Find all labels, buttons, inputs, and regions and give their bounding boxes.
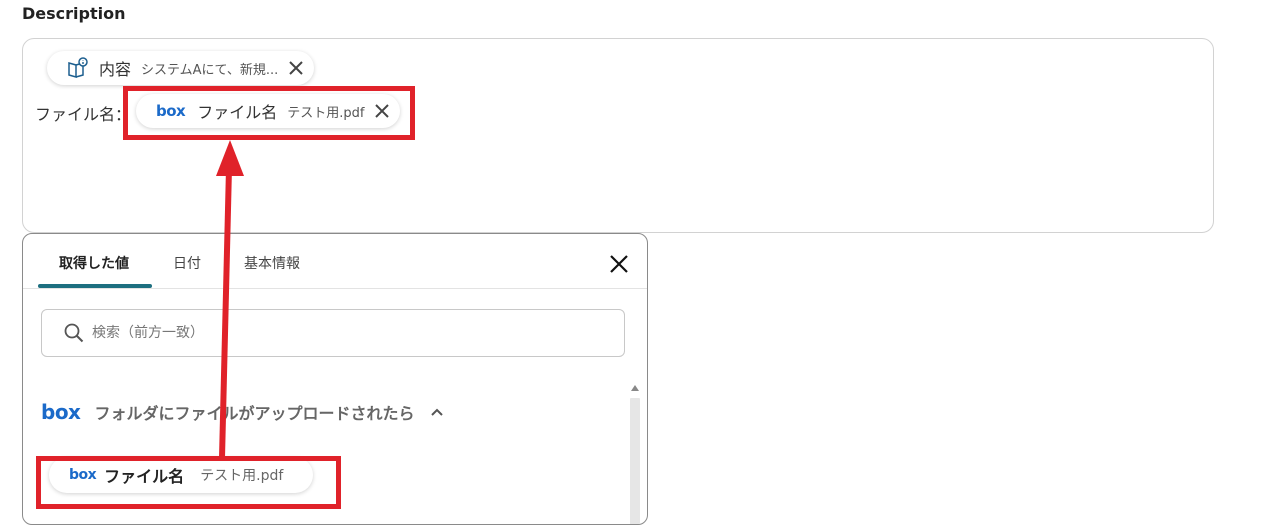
tab-date[interactable]: 日付 bbox=[173, 253, 201, 273]
field-label: Description bbox=[22, 4, 126, 23]
section-header-upload-trigger[interactable]: box フォルダにファイルがアップロードされたら bbox=[41, 400, 444, 424]
highlight-box-source bbox=[36, 456, 341, 509]
highlight-box-target bbox=[123, 86, 415, 140]
close-icon[interactable] bbox=[609, 254, 629, 278]
search-icon bbox=[64, 323, 84, 343]
search-input[interactable] bbox=[90, 324, 594, 342]
chevron-up-icon[interactable] bbox=[430, 407, 444, 417]
close-icon[interactable] bbox=[288, 60, 304, 76]
filename-prefix-text: ファイル名： bbox=[35, 105, 132, 124]
active-tab-indicator bbox=[38, 284, 152, 288]
tab-basic-info[interactable]: 基本情報 bbox=[244, 253, 300, 273]
box-logo-icon: box bbox=[41, 400, 81, 424]
tab-acquired-values[interactable]: 取得した値 bbox=[59, 253, 129, 273]
content-chip[interactable]: 内容 システムAにて、新規... bbox=[47, 51, 315, 85]
section-title: フォルダにファイルがアップロードされたら bbox=[94, 404, 415, 423]
chip-name: 内容 bbox=[99, 60, 132, 79]
scrollbar[interactable] bbox=[629, 380, 641, 524]
search-field[interactable] bbox=[41, 309, 625, 357]
tab-bar: 取得した値 日付 基本情報 bbox=[23, 234, 647, 289]
book-info-icon bbox=[67, 57, 89, 79]
chip-value: システムAにて、新規... bbox=[141, 62, 279, 78]
